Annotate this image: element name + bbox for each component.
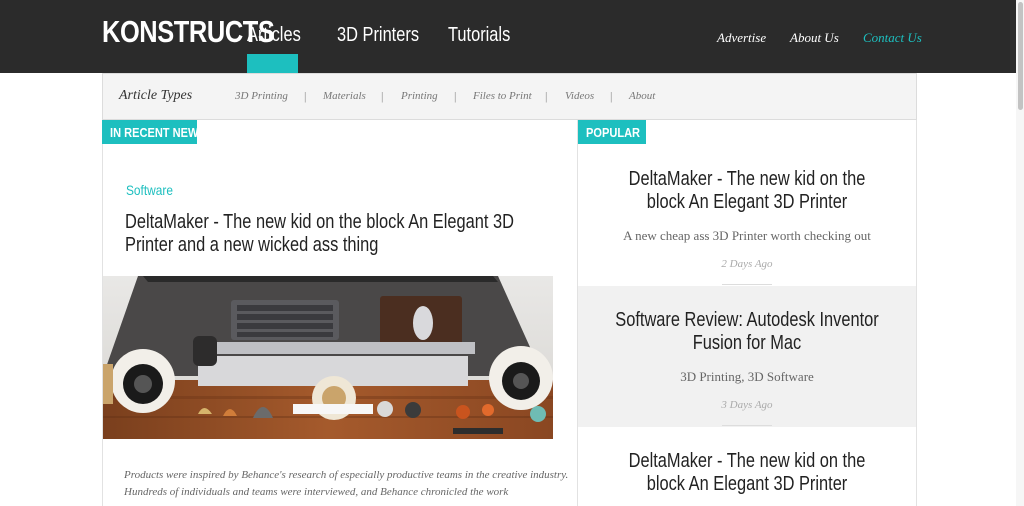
popular-item-date: 3 Days Ago — [721, 399, 773, 411]
subnav-separator: | — [454, 89, 457, 103]
subnav-3d-printing[interactable]: 3D Printing — [235, 90, 288, 102]
divider — [722, 425, 772, 426]
subnav-separator: | — [381, 89, 384, 103]
nav-contact-us[interactable]: Contact Us — [863, 30, 922, 46]
nav-3d-printers[interactable]: 3D Printers — [337, 24, 419, 47]
desk-photo — [103, 276, 553, 439]
page-scrollbar[interactable] — [1016, 0, 1024, 506]
nav-advertise[interactable]: Advertise — [717, 30, 766, 46]
popular-item-subtitle: 3D Printing, 3D Software — [680, 369, 814, 384]
divider — [722, 284, 772, 285]
popular-item-title[interactable]: DeltaMaker - The new kid on the block An… — [578, 450, 916, 496]
popular-item-title[interactable]: Software Review: Autodesk Inventor Fusio… — [578, 309, 916, 355]
nav-articles[interactable]: Articles — [247, 24, 301, 47]
active-nav-indicator — [247, 54, 298, 73]
popular-item[interactable]: Software Review: Autodesk Inventor Fusio… — [578, 286, 916, 427]
popular-item[interactable]: DeltaMaker - The new kid on the block An… — [578, 144, 916, 286]
article-hero-image[interactable] — [103, 276, 553, 439]
popular-item-subtitle: A new cheap ass 3D Printer worth checkin… — [623, 228, 871, 243]
nav-about-us[interactable]: About Us — [790, 30, 839, 46]
article-title[interactable]: DeltaMaker - The new kid on the block An… — [125, 211, 551, 257]
subnav-materials[interactable]: Materials — [323, 90, 366, 102]
site-header: KONSTRUCTS Articles 3D Printers Tutorial… — [0, 0, 1024, 73]
recent-news-badge: IN RECENT NEWS — [102, 120, 206, 144]
subnav-files-to-print[interactable]: Files to Print — [473, 90, 532, 102]
subnav-about[interactable]: About — [629, 90, 655, 102]
subnav-printing[interactable]: Printing — [401, 90, 438, 102]
popular-item[interactable]: DeltaMaker - The new kid on the block An… — [578, 427, 916, 506]
popular-item-date: 2 Days Ago — [721, 258, 773, 270]
subnav-separator: | — [545, 89, 548, 103]
article-category[interactable]: Software — [126, 182, 173, 198]
article-excerpt: Products were inspired by Behance's rese… — [124, 469, 569, 498]
article-types-title: Article Types — [119, 88, 193, 103]
article-types-bar: Article Types 3D Printing | Materials | … — [102, 73, 917, 120]
popular-badge: POPULAR — [578, 120, 646, 144]
subnav-separator: | — [610, 89, 613, 103]
subnav-videos[interactable]: Videos — [565, 90, 594, 102]
popular-item-title[interactable]: DeltaMaker - The new kid on the block An… — [578, 168, 916, 214]
nav-tutorials[interactable]: Tutorials — [448, 24, 510, 47]
scrollbar-thumb[interactable] — [1018, 2, 1023, 110]
subnav-separator: | — [304, 89, 307, 103]
